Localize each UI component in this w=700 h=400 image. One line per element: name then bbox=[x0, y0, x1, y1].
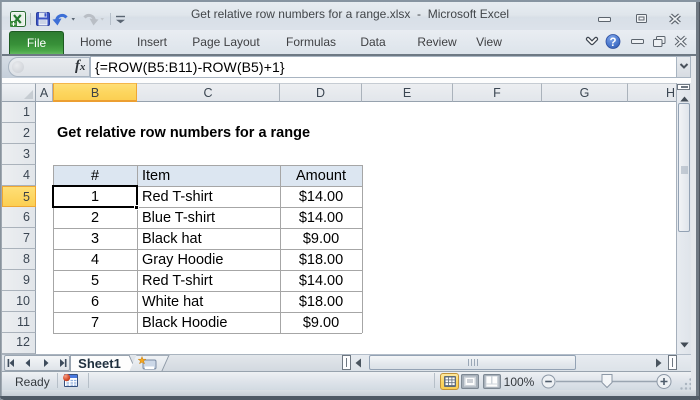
svg-text:?: ? bbox=[609, 37, 616, 49]
